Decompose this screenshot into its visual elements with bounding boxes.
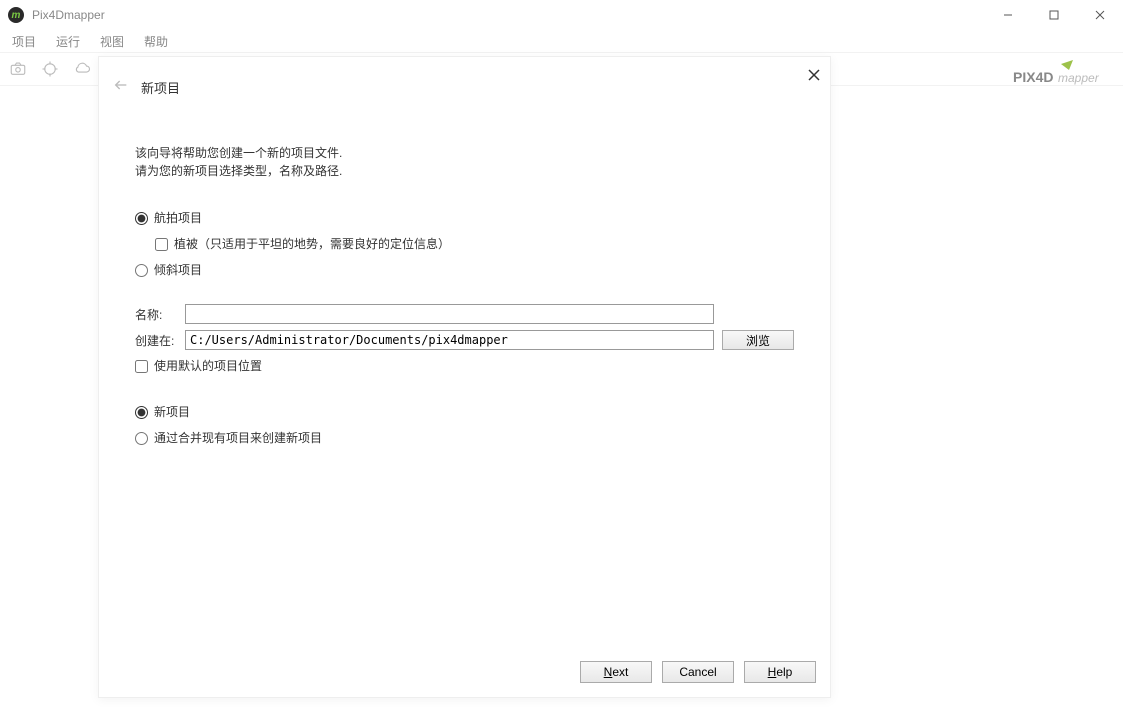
- cancel-button[interactable]: Cancel: [662, 661, 734, 683]
- radio-merge-label: 通过合并现有项目来创建新项目: [154, 428, 322, 448]
- name-input[interactable]: [185, 304, 714, 324]
- radio-new[interactable]: [135, 406, 148, 419]
- intro-line-2: 请为您的新项目选择类型，名称及路径.: [135, 162, 794, 180]
- checkbox-default-loc-label: 使用默认的项目位置: [154, 356, 262, 376]
- name-row: 名称:: [135, 304, 794, 324]
- checkbox-vegetation-row[interactable]: 植被（只适用于平坦的地势，需要良好的定位信息）: [155, 234, 794, 254]
- path-row: 创建在: 浏览: [135, 330, 794, 350]
- menubar: 项目 运行 视图 帮助: [0, 30, 1123, 52]
- brand-logo: PIX4D mapper: [1013, 60, 1113, 90]
- radio-new-label: 新项目: [154, 402, 190, 422]
- path-label: 创建在:: [135, 332, 185, 349]
- radio-merge-row[interactable]: 通过合并现有项目来创建新项目: [135, 428, 794, 448]
- next-button[interactable]: Next: [580, 661, 652, 683]
- path-input[interactable]: [185, 330, 714, 350]
- titlebar: m Pix4Dmapper: [0, 0, 1123, 30]
- svg-text:mapper: mapper: [1058, 71, 1100, 85]
- browse-button[interactable]: 浏览: [722, 330, 794, 350]
- camera-icon[interactable]: [6, 57, 30, 81]
- new-project-dialog: 新项目 该向导将帮助您创建一个新的项目文件. 请为您的新项目选择类型，名称及路径…: [98, 56, 831, 698]
- checkbox-default-loc[interactable]: [135, 360, 148, 373]
- radio-new-row[interactable]: 新项目: [135, 402, 794, 422]
- close-button[interactable]: [1077, 0, 1123, 30]
- checkbox-default-loc-row[interactable]: 使用默认的项目位置: [135, 356, 794, 376]
- radio-aerial-label: 航拍项目: [154, 208, 202, 228]
- menu-view[interactable]: 视图: [92, 31, 132, 52]
- intro-line-1: 该向导将帮助您创建一个新的项目文件.: [135, 144, 794, 162]
- radio-aerial-row[interactable]: 航拍项目: [135, 208, 794, 228]
- name-label: 名称:: [135, 306, 185, 323]
- help-text: elp: [776, 665, 792, 679]
- radio-oblique[interactable]: [135, 264, 148, 277]
- svg-text:PIX4D: PIX4D: [1013, 69, 1053, 85]
- dialog-header: 新项目: [99, 57, 830, 98]
- cloud-icon[interactable]: [70, 57, 94, 81]
- next-text: ext: [612, 665, 628, 679]
- radio-aerial[interactable]: [135, 212, 148, 225]
- dialog-close-button[interactable]: [804, 65, 824, 85]
- window-title: Pix4Dmapper: [32, 8, 105, 22]
- form-grid: 名称: 创建在: 浏览 使用默认的项目位置: [135, 304, 794, 376]
- dialog-body: 该向导将帮助您创建一个新的项目文件. 请为您的新项目选择类型，名称及路径. 航拍…: [99, 98, 830, 657]
- radio-oblique-row[interactable]: 倾斜项目: [135, 260, 794, 280]
- maximize-button[interactable]: [1031, 0, 1077, 30]
- target-icon[interactable]: [38, 57, 62, 81]
- menu-help[interactable]: 帮助: [136, 31, 176, 52]
- minimize-button[interactable]: [985, 0, 1031, 30]
- menu-run[interactable]: 运行: [48, 31, 88, 52]
- dialog-footer: Next Cancel Help: [99, 657, 830, 697]
- create-mode-group: 新项目 通过合并现有项目来创建新项目: [135, 402, 794, 448]
- back-arrow-icon[interactable]: [113, 77, 129, 98]
- help-button[interactable]: Help: [744, 661, 816, 683]
- checkbox-vegetation-label: 植被（只适用于平坦的地势，需要良好的定位信息）: [174, 234, 450, 254]
- checkbox-vegetation[interactable]: [155, 238, 168, 251]
- app-icon: m: [8, 7, 24, 23]
- window-controls: [985, 0, 1123, 30]
- radio-merge[interactable]: [135, 432, 148, 445]
- dialog-title: 新项目: [141, 78, 180, 97]
- menu-project[interactable]: 项目: [4, 31, 44, 52]
- radio-oblique-label: 倾斜项目: [154, 260, 202, 280]
- project-type-group: 航拍项目 植被（只适用于平坦的地势，需要良好的定位信息） 倾斜项目: [135, 208, 794, 280]
- app-icon-glyph: m: [12, 10, 21, 21]
